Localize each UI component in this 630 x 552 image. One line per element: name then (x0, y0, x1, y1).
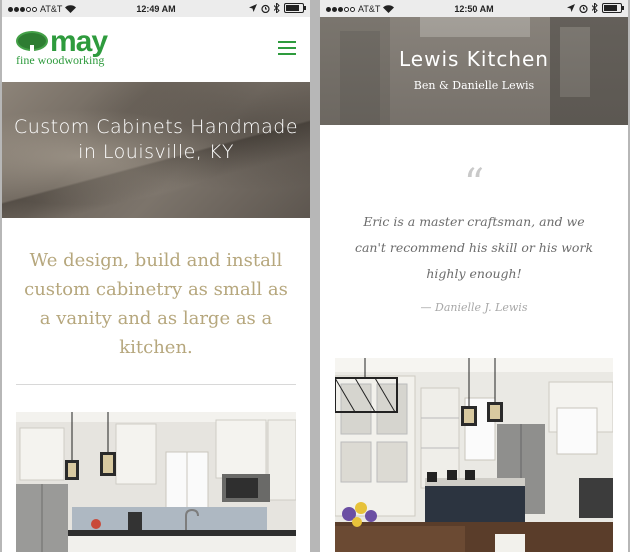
hero-banner: Custom Cabinets Handmade in Louisville, … (2, 82, 310, 218)
project-clients: Ben & Danielle Lewis (413, 79, 535, 92)
kitchen-photo (335, 358, 613, 552)
battery-icon (284, 3, 306, 13)
status-bar: AT&T 12:49 AM (2, 0, 310, 17)
alarm-icon (261, 4, 270, 13)
kitchen-photo-illustration (16, 412, 296, 552)
location-arrow-icon (249, 4, 257, 12)
status-bar: AT&T 12:50 AM (320, 0, 628, 17)
project-hero-banner: Lewis Kitchen Ben & Danielle Lewis (320, 17, 628, 125)
testimonial-quote: Eric is a master craftsman, and we can't… (354, 214, 594, 281)
tree-logo-icon (16, 31, 48, 55)
testimonial-attribution: — Danielle J. Lewis (420, 301, 528, 314)
site-header: may fine woodworking (2, 17, 310, 82)
alarm-icon (579, 4, 588, 13)
quote-icon: “ (463, 161, 485, 207)
hamburger-menu-icon[interactable] (278, 41, 296, 55)
kitchen-photo (16, 412, 296, 552)
section-divider (16, 384, 296, 385)
logo-tagline: fine woodworking (16, 53, 105, 67)
bluetooth-icon (274, 3, 280, 13)
project-title: Lewis Kitchen (399, 47, 549, 71)
location-arrow-icon (567, 4, 575, 12)
logo-word: may (50, 25, 108, 58)
right-phone-screen: AT&T 12:50 AM Lewis Kitchen Ben & Daniel… (320, 0, 628, 552)
left-phone-screen: AT&T 12:49 AM may fine woodworking Custo… (2, 0, 310, 552)
kitchen-photo-illustration (335, 358, 613, 552)
bluetooth-icon (592, 3, 598, 13)
intro-text: We design, build and install custom cabi… (24, 250, 288, 358)
may-logo[interactable]: may fine woodworking (16, 25, 108, 68)
hero-title: Custom Cabinets Handmade in Louisville, … (13, 116, 299, 163)
battery-icon (602, 3, 624, 13)
